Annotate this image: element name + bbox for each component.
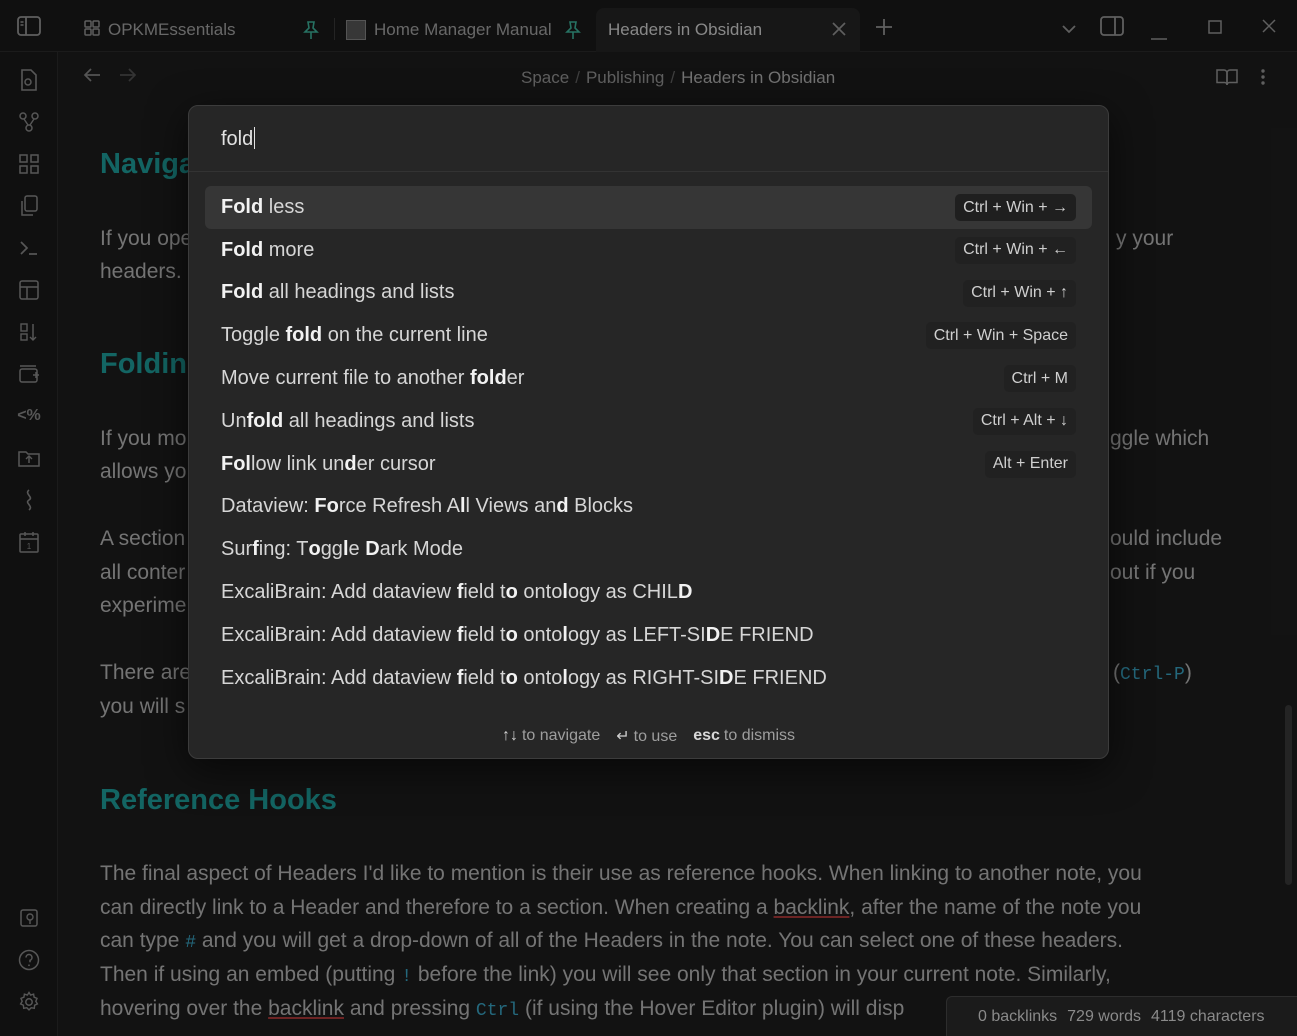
command-label: ExcaliBrain: Add dataview field to ontol… [221, 581, 693, 604]
command-label: Fold more [221, 238, 315, 261]
palette-instructions: ↑↓ to navigate ↵ to use esc to dismiss [189, 714, 1108, 758]
instruction-key: esc [693, 727, 720, 744]
command-label: Toggle fold on the current line [221, 324, 488, 347]
command-label: Dataview: Force Refresh All Views and Bl… [221, 495, 634, 518]
command-hotkey: Ctrl + Win + ← [955, 236, 1076, 264]
command-item[interactable]: Fold less Ctrl + Win + → [205, 186, 1092, 229]
command-label: ExcaliBrain: Add dataview field to ontol… [221, 623, 814, 646]
command-hotkey: Ctrl + Win + Space [925, 322, 1076, 350]
word-count: 729 words [1067, 1007, 1141, 1025]
command-label: Fold less [221, 195, 305, 218]
command-suggestion-list: Fold less Ctrl + Win + → Fold more Ctrl + W… [205, 186, 1092, 700]
command-label: Fold all headings and lists [221, 281, 455, 304]
instruction-key: ↵ [616, 728, 630, 745]
query-text: fold [221, 128, 254, 150]
character-count: 4119 characters [1150, 1007, 1265, 1025]
command-hotkey: Ctrl + Win + → [955, 194, 1076, 221]
backlinks-count[interactable]: 0 backlinks [978, 1008, 1057, 1026]
command-item[interactable]: Dataview: Force Refresh All Views and Bl… [205, 486, 1092, 529]
status-bar: 0 backlinks 729 words 4119 characters [946, 996, 1297, 1036]
instruction-text: to use [633, 728, 678, 745]
command-label: Unfold all headings and lists [221, 409, 475, 432]
command-hotkey: Ctrl + Win + ↑ [963, 279, 1076, 307]
command-search-value: fold [221, 127, 256, 151]
command-item[interactable]: Move current file to another folder Ctrl … [205, 357, 1092, 400]
instruction-dismiss: esc to dismiss [693, 727, 795, 745]
command-item[interactable]: ExcaliBrain: Add dataview field to ontol… [205, 571, 1092, 614]
command-hotkey: Ctrl + M [1003, 365, 1076, 393]
command-item[interactable]: Fold more Ctrl + Win + ← [205, 229, 1092, 272]
text-caret [254, 127, 256, 149]
command-label: Surfing: Toggle Dark Mode [221, 538, 464, 561]
command-search-input[interactable]: fold [189, 106, 1108, 172]
command-item[interactable]: Fold all headings and lists Ctrl + Win + … [205, 272, 1092, 315]
command-item[interactable]: Surfing: Toggle Dark Mode [205, 528, 1092, 571]
command-item[interactable]: Toggle fold on the current line Ctrl + Wi… [205, 314, 1092, 357]
instruction-text: to dismiss [723, 727, 796, 744]
command-item[interactable]: Unfold all headings and lists Ctrl + Alt … [205, 400, 1092, 443]
command-item[interactable]: Follow link under cursor Alt + Enter [205, 443, 1092, 486]
command-hotkey: Ctrl + Alt + ↓ [972, 407, 1076, 435]
instruction-key: ↑↓ [501, 727, 518, 744]
command-item[interactable]: ExcaliBrain: Add dataview field to ontol… [205, 614, 1092, 657]
command-label: ExcaliBrain: Add dataview field to ontol… [221, 666, 827, 689]
command-hotkey: Alt + Enter [984, 450, 1076, 478]
command-label: Move current file to another folder [221, 367, 525, 390]
command-item[interactable]: ExcaliBrain: Add dataview field to ontol… [205, 657, 1092, 700]
command-label: Follow link under cursor [221, 452, 436, 475]
instruction-text: to navigate [521, 727, 601, 744]
command-palette: fold Fold less Ctrl + Win + → Fold more Ctr… [188, 105, 1109, 759]
instruction-navigate: ↑↓ to navigate [502, 727, 600, 745]
instruction-use: ↵ to use [616, 726, 677, 746]
